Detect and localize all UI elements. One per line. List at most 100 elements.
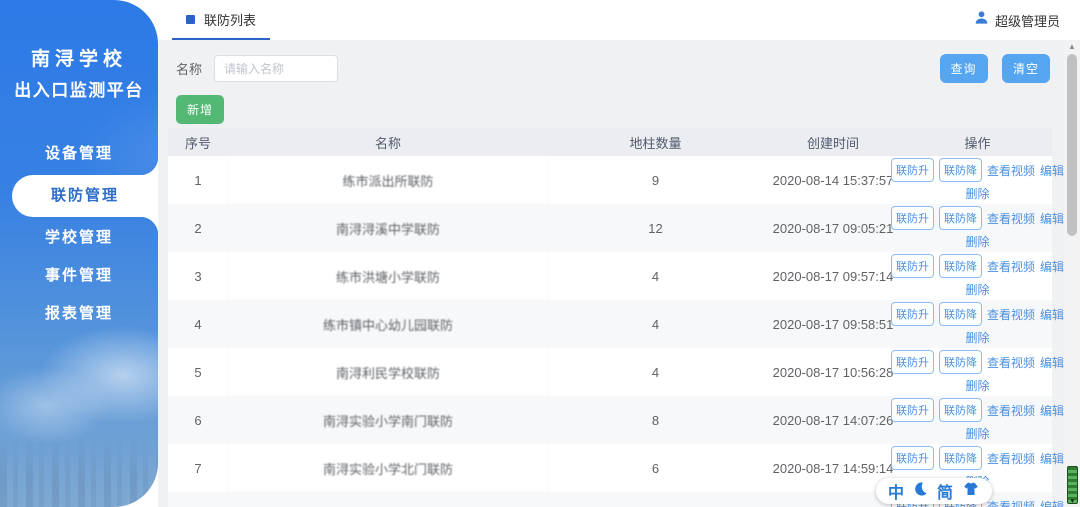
- row-name-cell: 南浔浔溪中学联防: [228, 204, 548, 252]
- row-created-time-cell: 2020-08-17 09:05:21: [763, 204, 903, 252]
- header-actions: 操作: [903, 128, 1052, 156]
- tab-bullet-icon: [186, 15, 195, 24]
- sidebar-item-device-management[interactable]: 设备管理: [0, 135, 158, 173]
- edit-link[interactable]: 编辑: [1040, 498, 1064, 507]
- sidebar-item-label: 联防管理: [51, 187, 119, 204]
- ime-toolbar[interactable]: 中 简: [876, 478, 992, 504]
- row-actions-line2: 删除: [903, 281, 1052, 298]
- edit-link[interactable]: 编辑: [1040, 402, 1064, 419]
- lower-button[interactable]: 联防降: [939, 254, 982, 278]
- scroll-down-indicator[interactable]: [1067, 466, 1078, 504]
- raise-button[interactable]: 联防升: [891, 254, 934, 278]
- edit-link[interactable]: 编辑: [1040, 450, 1064, 467]
- table-row: 6 南浔实验小学南门联防 8 2020-08-17 14:07:26 联防升 联…: [168, 396, 1052, 444]
- row-created-time-cell: 2020-08-17 09:57:14: [763, 252, 903, 300]
- view-video-link[interactable]: 查看视频: [987, 450, 1035, 467]
- row-created-time-cell: 2020-08-17 09:58:51: [763, 300, 903, 348]
- row-actions-line2: 删除: [903, 185, 1052, 202]
- shirt-icon[interactable]: [962, 482, 980, 501]
- lower-button[interactable]: 联防降: [939, 350, 982, 374]
- row-actions-line2: 删除: [903, 377, 1052, 394]
- sidebar-item-event-management[interactable]: 事件管理: [0, 257, 158, 295]
- view-video-link[interactable]: 查看视频: [987, 210, 1035, 227]
- raise-button[interactable]: 联防升: [891, 350, 934, 374]
- view-video-link[interactable]: 查看视频: [987, 498, 1035, 507]
- search-row: 名称 查询 清空: [166, 54, 1050, 83]
- add-button[interactable]: 新增: [176, 95, 224, 124]
- row-index-cell: 4: [168, 300, 228, 348]
- row-index-cell: 1: [168, 156, 228, 204]
- tab-joint-defense-list[interactable]: 联防列表: [172, 0, 270, 40]
- delete-link[interactable]: 删除: [965, 329, 989, 346]
- app-title: 南浔学校 出入口监测平台: [0, 44, 158, 101]
- row-index-cell: 3: [168, 252, 228, 300]
- raise-button[interactable]: 联防升: [891, 398, 934, 422]
- view-video-link[interactable]: 查看视频: [987, 306, 1035, 323]
- name-search-input[interactable]: [214, 55, 338, 82]
- sidebar-item-label: 报表管理: [45, 305, 113, 322]
- view-video-link[interactable]: 查看视频: [987, 258, 1035, 275]
- lower-button[interactable]: 联防降: [939, 398, 982, 422]
- raise-button[interactable]: 联防升: [891, 302, 934, 326]
- row-actions-line1: 联防升 联防降 查看视频 编辑: [903, 446, 1052, 470]
- row-actions-cell: 联防升 联防降 查看视频 编辑 删除: [903, 204, 1052, 252]
- edit-link[interactable]: 编辑: [1040, 306, 1064, 323]
- sidebar: 南浔学校 出入口监测平台 设备管理 联防管理 学校管理 事件管理 报表管理: [0, 0, 158, 507]
- row-name-cell: 南浔利民学校联防: [228, 348, 548, 396]
- row-actions-line2: 删除: [903, 425, 1052, 442]
- tab-label: 联防列表: [204, 10, 256, 29]
- sidebar-menu: 设备管理 联防管理 学校管理 事件管理 报表管理: [0, 135, 158, 333]
- table-header-row: 序号 名称 地柱数量 创建时间 操作: [168, 128, 1052, 156]
- row-name-cell: 练市洪塘小学联防: [228, 252, 548, 300]
- row-actions-line1: 联防升 联防降 查看视频 编辑: [903, 350, 1052, 374]
- lower-button[interactable]: 联防降: [939, 206, 982, 230]
- delete-link[interactable]: 删除: [965, 233, 989, 250]
- row-actions-cell: 联防升 联防降 查看视频 编辑 删除: [903, 156, 1052, 204]
- ime-language-indicator[interactable]: 中: [888, 479, 904, 503]
- edit-link[interactable]: 编辑: [1040, 162, 1064, 179]
- vertical-scrollbar[interactable]: ▲: [1064, 40, 1080, 507]
- app-window: 南浔学校 出入口监测平台 设备管理 联防管理 学校管理 事件管理 报表管理: [0, 0, 1080, 507]
- raise-button[interactable]: 联防升: [891, 158, 934, 182]
- view-video-link[interactable]: 查看视频: [987, 402, 1035, 419]
- row-actions-line2: 删除: [903, 233, 1052, 250]
- edit-link[interactable]: 编辑: [1040, 210, 1064, 227]
- header-created-time: 创建时间: [763, 128, 903, 156]
- moon-icon[interactable]: [913, 481, 928, 501]
- delete-link[interactable]: 删除: [965, 281, 989, 298]
- user-menu[interactable]: 超级管理员: [974, 10, 1060, 30]
- view-video-link[interactable]: 查看视频: [987, 162, 1035, 179]
- main-area: 联防列表 超级管理员 名称 查询 清空 新增: [158, 0, 1080, 507]
- topbar: 联防列表 超级管理员: [158, 0, 1080, 40]
- row-name-cell: 练市镇中心幼儿园联防: [228, 300, 548, 348]
- edit-link[interactable]: 编辑: [1040, 354, 1064, 371]
- view-video-link[interactable]: 查看视频: [987, 354, 1035, 371]
- row-actions-line1: 联防升 联防降 查看视频 编辑: [903, 254, 1052, 278]
- row-name-cell: 练市派出所联防: [228, 156, 548, 204]
- row-pillar-count-cell: 4: [548, 300, 763, 348]
- row-index-cell: 7: [168, 444, 228, 492]
- raise-button[interactable]: 联防升: [891, 446, 934, 470]
- header-name: 名称: [228, 128, 548, 156]
- sidebar-item-school-management[interactable]: 学校管理: [0, 219, 158, 257]
- delete-link[interactable]: 删除: [965, 425, 989, 442]
- table-row: 4 练市镇中心幼儿园联防 4 2020-08-17 09:58:51 联防升 联…: [168, 300, 1052, 348]
- row-actions-line2: 删除: [903, 329, 1052, 346]
- delete-link[interactable]: 删除: [965, 377, 989, 394]
- table-row: 3 练市洪塘小学联防 4 2020-08-17 09:57:14 联防升 联防降…: [168, 252, 1052, 300]
- sidebar-item-joint-defense-management[interactable]: 联防管理: [12, 175, 158, 217]
- lower-button[interactable]: 联防降: [939, 446, 982, 470]
- query-button[interactable]: 查询: [940, 54, 988, 83]
- raise-button[interactable]: 联防升: [891, 206, 934, 230]
- sidebar-item-label: 事件管理: [45, 267, 113, 284]
- scrollbar-thumb[interactable]: [1067, 54, 1077, 236]
- ime-simplified-indicator[interactable]: 简: [937, 479, 953, 503]
- clear-button[interactable]: 清空: [1002, 54, 1050, 83]
- lower-button[interactable]: 联防降: [939, 302, 982, 326]
- lower-button[interactable]: 联防降: [939, 158, 982, 182]
- scrollbar-up-arrow-icon[interactable]: ▲: [1064, 42, 1080, 51]
- row-pillar-count-cell: 8: [548, 396, 763, 444]
- edit-link[interactable]: 编辑: [1040, 258, 1064, 275]
- delete-link[interactable]: 删除: [965, 185, 989, 202]
- sidebar-item-report-management[interactable]: 报表管理: [0, 295, 158, 333]
